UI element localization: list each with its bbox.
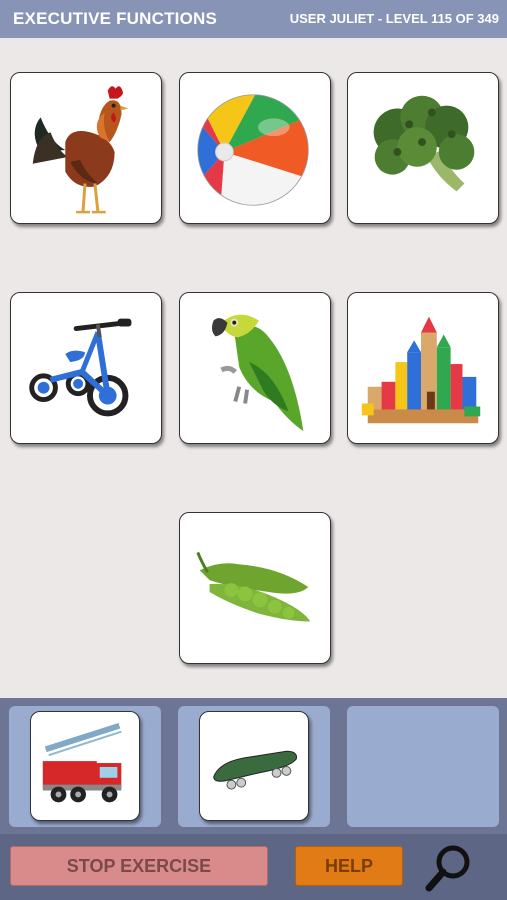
fire-truck-icon [42,722,122,803]
tray-slot-2[interactable] [178,706,330,827]
header-bar: EXECUTIVE FUNCTIONS USER JULIET - LEVEL … [0,0,507,38]
answer-tray [0,698,507,834]
beach-ball-icon [197,94,309,206]
tray-card-skateboard[interactable] [199,711,309,821]
tricycle-icon [29,318,132,417]
card-rooster[interactable] [10,72,162,224]
parrot-icon [211,314,304,432]
peas-icon [196,551,311,622]
tray-slot-1[interactable] [9,706,161,827]
rooster-icon [32,86,129,214]
card-toy-blocks[interactable] [347,292,499,444]
card-beach-ball[interactable] [179,72,331,224]
stop-exercise-button[interactable]: STOP EXERCISE [10,846,268,886]
tray-card-fire-truck[interactable] [30,711,140,821]
broccoli-icon [373,95,475,192]
toy-blocks-castle-icon [361,316,481,424]
user-level-label: USER JULIET - LEVEL 115 OF 349 [289,11,499,26]
card-peas[interactable] [179,512,331,664]
skateboard-icon [213,750,297,790]
tray-slot-3[interactable] [347,706,499,827]
card-broccoli[interactable] [347,72,499,224]
card-grid [0,38,507,698]
card-parrot[interactable] [179,292,331,444]
footer-bar: STOP EXERCISE HELP [0,834,507,900]
card-tricycle[interactable] [10,292,162,444]
app-title: EXECUTIVE FUNCTIONS [13,9,218,28]
magnifier-icon[interactable] [423,842,477,894]
help-button[interactable]: HELP [295,846,403,886]
